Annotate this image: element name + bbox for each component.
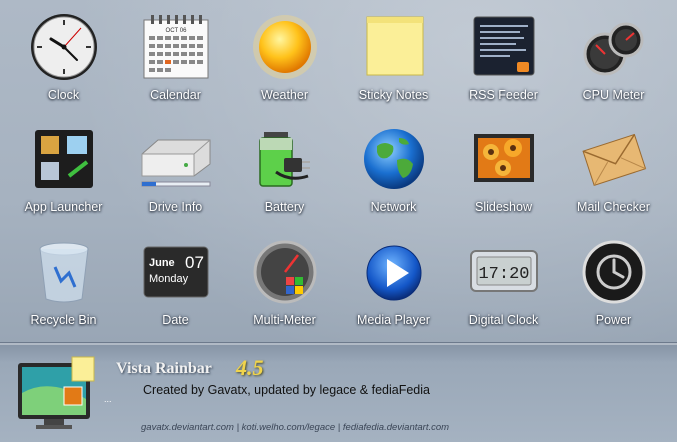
footer-divider <box>0 343 677 345</box>
globe-icon <box>363 129 424 189</box>
gadget-label: CPU Meter <box>582 88 645 102</box>
gadget-label: App Launcher <box>24 200 103 214</box>
gadget-label: Battery <box>264 200 305 214</box>
gadget-label: Sticky Notes <box>358 88 429 102</box>
gadget-label: Date <box>162 313 189 327</box>
gadget-calendar[interactable]: OCT 06 Calendar <box>119 0 232 112</box>
gadget-battery[interactable]: Battery <box>228 112 341 224</box>
gadget-app-launcher[interactable]: App Launcher <box>7 112 120 224</box>
gadget-label: Media Player <box>357 313 430 327</box>
date-day-text: 07 <box>185 253 204 272</box>
footer-banner: ... Vista Rainbar 4.5 Created by Gavatx,… <box>0 342 677 442</box>
gadget-label: Multi-Meter <box>253 313 316 327</box>
gadget-label: Network <box>370 200 417 214</box>
calendar-month-text: OCT 06 <box>165 28 187 34</box>
date-icon: June 07 Monday <box>143 246 208 298</box>
gadget-slideshow[interactable]: Slideshow <box>447 112 560 224</box>
gadget-rss-feeder[interactable]: RSS Feeder <box>447 0 560 112</box>
digital-clock-time: 17:20 <box>478 265 529 284</box>
date-weekday-text: Monday <box>149 273 189 285</box>
power-icon <box>582 240 645 304</box>
gadget-label: Mail Checker <box>577 200 650 214</box>
gadget-label: Weather <box>260 88 308 102</box>
sticky-note-icon <box>366 16 423 76</box>
weather-sun-icon <box>252 15 317 79</box>
gadget-power[interactable]: Power <box>557 225 670 337</box>
recycle-bin-icon <box>39 242 88 303</box>
gadget-digital-clock[interactable]: 17:20 Digital Clock <box>447 225 560 337</box>
gadget-label: Power <box>595 313 632 327</box>
gadget-label: Digital Clock <box>468 313 539 327</box>
play-icon <box>366 245 421 301</box>
date-month-text: June <box>149 257 175 269</box>
cpu-meter-icon <box>583 22 643 76</box>
clock-icon <box>30 14 97 80</box>
gadget-multi-meter[interactable]: Multi-Meter <box>228 225 341 337</box>
gadget-date[interactable]: June 07 Monday Date <box>119 225 232 337</box>
gadget-label: Slideshow <box>475 200 532 214</box>
gadget-sticky-notes[interactable]: Sticky Notes <box>337 0 450 112</box>
slideshow-icon <box>473 134 534 182</box>
footer-credits: Created by Gavatx, updated by legace & f… <box>143 383 430 397</box>
gadget-media-player[interactable]: Media Player <box>337 225 450 337</box>
footer-version: 4.5 <box>236 355 264 380</box>
footer-links[interactable]: gavatx.deviantart.com | koti.welho.com/l… <box>141 422 449 433</box>
rainbar-panel: Clock OCT 06 Calendar Weather Sticky Not… <box>0 0 677 442</box>
gadget-drive-info[interactable]: Drive Info <box>119 112 232 224</box>
gadget-label: Drive Info <box>148 200 203 214</box>
drive-icon <box>141 139 210 187</box>
calendar-icon: OCT 06 <box>143 15 208 79</box>
gadget-label: Recycle Bin <box>30 313 97 327</box>
gadget-clock[interactable]: Clock <box>7 0 120 112</box>
gadget-recycle-bin[interactable]: Recycle Bin <box>7 225 120 337</box>
gadget-mail-checker[interactable]: Mail Checker <box>557 112 670 224</box>
footer-title: Vista Rainbar <box>116 360 212 377</box>
app-launcher-icon <box>34 130 93 188</box>
gadget-cpu-meter[interactable]: CPU Meter <box>557 0 670 112</box>
gadget-grid: Clock OCT 06 Calendar Weather Sticky Not… <box>0 0 677 342</box>
gadget-label: Calendar <box>150 88 201 102</box>
gadget-label: RSS Feeder <box>469 88 538 102</box>
gadget-weather[interactable]: Weather <box>228 0 341 112</box>
rss-feed-icon <box>473 16 534 76</box>
gadget-network[interactable]: Network <box>337 112 450 224</box>
digital-clock-icon: 17:20 <box>469 250 538 292</box>
gadget-label: Clock <box>47 88 80 102</box>
envelope-icon <box>581 133 646 187</box>
battery-plug-icon <box>258 132 310 187</box>
ellipsis-text: ... <box>104 394 112 404</box>
multi-meter-icon <box>253 240 316 304</box>
rainbar-logo-icon <box>18 356 95 429</box>
